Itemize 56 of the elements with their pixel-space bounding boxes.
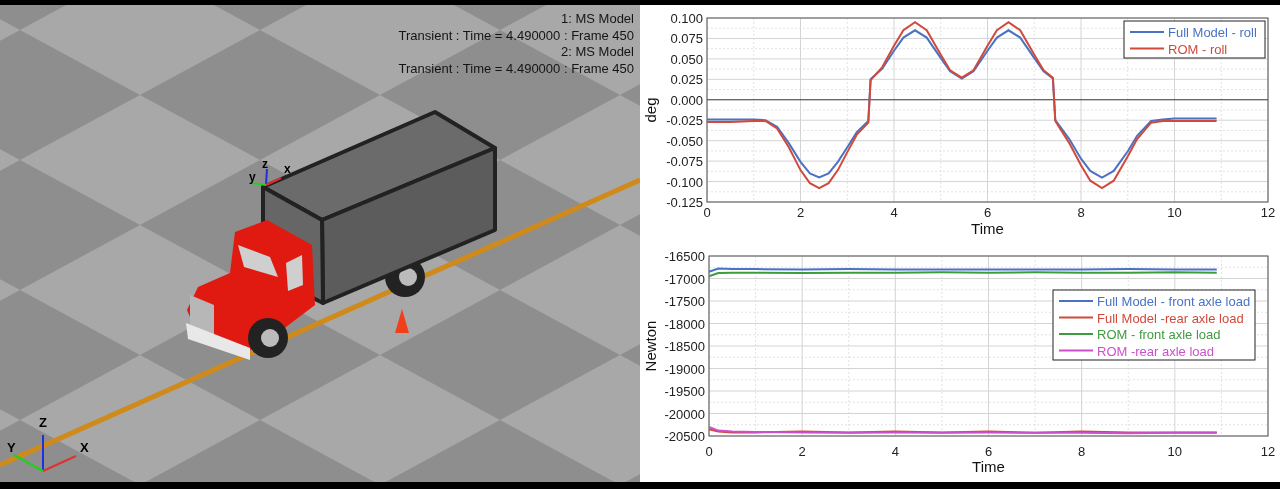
x-tick-label: 10 — [1167, 205, 1182, 220]
y-tick-label: 0.075 — [670, 31, 703, 47]
y-axis-title: deg — [642, 97, 659, 123]
x-tick-label: 6 — [983, 205, 992, 220]
axis-label: X — [80, 440, 89, 455]
x-tick-label: 10 — [1167, 444, 1183, 459]
x-tick-label: 0 — [705, 444, 713, 459]
y-tick-label: 0.025 — [670, 72, 703, 88]
legend-label: Full Model - front axle load — [1097, 294, 1251, 309]
x-axis-title: Time — [971, 220, 1004, 237]
x-tick-label: 0 — [703, 205, 711, 220]
y-tick-label: -0.025 — [666, 113, 703, 129]
result-info-text: Transient : Time = 4.490000 : Frame 450 — [398, 60, 634, 77]
y-tick-label: -16500 — [664, 249, 705, 264]
x-tick-label: 12 — [1260, 444, 1276, 459]
y-tick-label: -18000 — [664, 316, 705, 332]
y-tick-label: -19500 — [664, 384, 705, 399]
result-info-text: 2: MS Model — [561, 44, 634, 61]
y-tick-label: -0.075 — [666, 154, 703, 170]
coordinate-triad-drawing — [251, 168, 282, 186]
3d-viewport[interactable]: z x y Z Y X 1: MS Model Transient : Time = 4.490000 : Frame 450 2: MS Model Transient : Time = 4.490000 : Frame 450 — [0, 5, 640, 482]
x-tick-label: 4 — [891, 444, 899, 459]
x-tick-label: 12 — [1260, 205, 1276, 220]
traffic-cone-drawing — [395, 309, 409, 333]
x-axis-title: Time — [972, 458, 1005, 475]
axis-label: y — [249, 170, 256, 184]
y-tick-label: 0.000 — [670, 92, 703, 108]
result-info-text: Transient : Time = 4.490000 : Frame 450 — [398, 27, 634, 44]
y-tick-label: -0.125 — [666, 195, 703, 210]
y-tick-label: -18500 — [664, 339, 705, 354]
y-tick-label: -0.100 — [666, 174, 703, 190]
axis-label: x — [284, 162, 291, 176]
axis-label: Y — [7, 440, 16, 455]
axis-label: Z — [39, 415, 47, 430]
x-tick-label: 2 — [796, 205, 805, 220]
legend-label: Full Model - roll — [1168, 25, 1257, 40]
y-tick-label: 0.100 — [670, 11, 703, 26]
legend-label: ROM -rear axle load — [1097, 343, 1215, 359]
x-tick-label: 8 — [1077, 205, 1085, 220]
x-tick-label: 8 — [1078, 444, 1086, 459]
y-tick-label: -19000 — [664, 361, 705, 377]
axis-label: z — [262, 157, 268, 171]
x-tick-label: 2 — [798, 444, 806, 459]
x-tick-label: 6 — [984, 444, 993, 459]
x-tick-label: 4 — [890, 205, 898, 220]
legend-label: ROM - roll — [1168, 41, 1228, 57]
y-tick-label: 0.050 — [670, 51, 703, 67]
y-tick-label: -17000 — [664, 271, 705, 287]
y-tick-label: -0.050 — [666, 133, 703, 149]
result-info-text: 1: MS Model — [561, 11, 634, 28]
legend-label: Full Model -rear axle load — [1097, 310, 1244, 326]
legend-label: ROM - front axle load — [1097, 327, 1221, 342]
y-tick-label: -17500 — [664, 294, 705, 309]
y-tick-label: -20000 — [664, 406, 705, 422]
y-axis-title: Newton — [642, 320, 659, 372]
y-tick-label: -20500 — [664, 429, 705, 444]
